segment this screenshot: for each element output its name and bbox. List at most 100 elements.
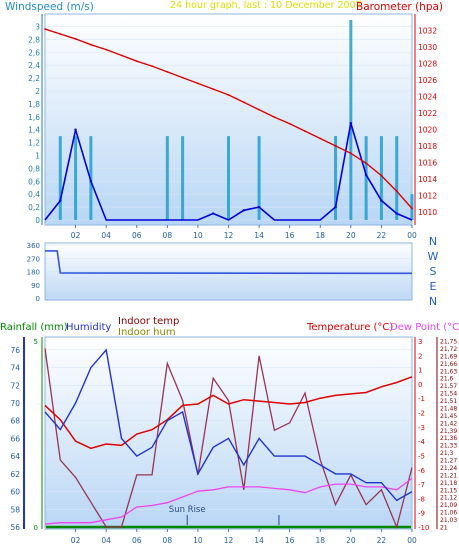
windspeed-point <box>59 199 62 202</box>
barometer-point <box>166 70 169 73</box>
indoor-tick-label: 21,63 <box>440 368 457 375</box>
humidity-label: Humidity <box>66 322 111 333</box>
humidity-tick-label: 74 <box>10 364 20 373</box>
windspeed-point <box>257 205 261 209</box>
indoor-tick-label: 21,36 <box>440 435 457 442</box>
windspeed-tick-label: 1 <box>35 151 40 160</box>
graph-title: 24 hour graph, last : 10 December 2007 <box>170 0 362 11</box>
temperature-tick-label: -4 <box>418 438 426 446</box>
barometer-tick-label: 1014 <box>418 175 437 184</box>
indoor-tick-label: 21,09 <box>440 502 457 509</box>
direction-tick-label: 270 <box>27 255 40 263</box>
indoor-tick-label: 21,54 <box>440 391 457 398</box>
direction-tick-label: 90 <box>31 282 40 290</box>
windspeed-tick-label: 1,8 <box>28 100 40 109</box>
barometer-point <box>349 152 352 155</box>
barometer-point <box>181 76 184 79</box>
temperature-tick-label: 0 <box>418 381 422 389</box>
indoor-tick-label: 21,18 <box>440 480 457 487</box>
top-x-tick-label: 14 <box>254 231 264 240</box>
temperature-tick-label: 2 <box>418 352 422 360</box>
barometer-point <box>197 82 199 85</box>
windspeed-point <box>89 180 93 183</box>
indoor-tick-label: 21,75 <box>440 339 457 346</box>
barometer-tick-label: 1028 <box>418 60 437 69</box>
indoor-tick-label: 21,24 <box>440 465 457 472</box>
rain-tick-label: 0 <box>34 524 38 532</box>
gust-bar <box>379 136 383 220</box>
gust-bar <box>395 136 399 220</box>
humidity-tick-label: 56 <box>10 523 20 532</box>
indoor-tick-label: 21,03 <box>440 517 457 524</box>
barometer-tick-label: 1012 <box>418 191 437 200</box>
humidity-tick-label: 66 <box>10 434 20 443</box>
indoor-tick-label: 21 <box>440 525 448 532</box>
bottom-x-tick-label: 18 <box>315 536 325 545</box>
indoor-tick-label: 21,6 <box>440 376 454 383</box>
sun-rise-label: Sun Rise <box>169 505 206 515</box>
rainfall-label: Rainfall (mm) <box>0 322 68 333</box>
barometer-point <box>105 48 108 51</box>
windspeed-tick-label: 2,6 <box>28 48 40 57</box>
windspeed-point <box>395 212 398 215</box>
top-x-tick-label: 04 <box>101 231 111 240</box>
humidity-tick-label: 70 <box>10 399 20 408</box>
top-x-tick-label: 02 <box>71 231 81 240</box>
windspeed-tick-label: 0,2 <box>28 203 40 212</box>
direction-tick-label: 360 <box>27 242 40 250</box>
barometer-tick-label: 1010 <box>418 208 437 217</box>
barometer-point <box>395 190 398 193</box>
barometer-point <box>411 207 413 210</box>
direction-tick-label: 0 <box>36 295 40 303</box>
compass-label: S <box>430 265 437 278</box>
gust-bar <box>181 136 185 220</box>
top-x-tick-label: 22 <box>377 231 387 240</box>
barometer-tick-label: 1026 <box>418 76 437 85</box>
temperature-tick-label: -8 <box>418 495 425 503</box>
humidity-tick-label: 64 <box>10 452 20 461</box>
compass-label: E <box>430 280 437 293</box>
barometer-point <box>135 60 138 63</box>
indoor-tick-label: 21,27 <box>440 458 457 465</box>
gust-bar <box>349 20 353 220</box>
gust-bar <box>58 136 62 220</box>
top-x-tick-label: 20 <box>346 231 356 240</box>
indoor-hum-label: Indoor hum <box>118 327 176 338</box>
windspeed-tick-label: 0,8 <box>28 164 40 173</box>
bottom-x-tick-label: 22 <box>377 536 387 545</box>
weather-graph: Windspeed (m/s) 24 hour graph, last : 10… <box>0 0 459 555</box>
bottom-x-tick-label: 12 <box>224 536 234 545</box>
bottom-panel-bg <box>44 336 413 530</box>
barometer-tick-label: 1030 <box>418 43 437 52</box>
rain-tick-label: 5 <box>34 338 38 346</box>
top-x-tick-label: 00 <box>407 231 417 240</box>
barometer-point <box>273 116 276 119</box>
humidity-tick-label: 62 <box>10 470 20 479</box>
bottom-x-tick-label: 08 <box>163 536 173 545</box>
barometer-tick-label: 1032 <box>418 27 437 36</box>
humidity-tick-label: 60 <box>10 488 20 497</box>
windspeed-tick-label: 1,4 <box>28 126 40 135</box>
indoor-tick-label: 21,06 <box>440 510 457 517</box>
humidity-tick-label: 68 <box>10 417 20 426</box>
temperature-tick-label: 3 <box>418 338 422 346</box>
indoor-tick-label: 21,12 <box>440 495 457 502</box>
bottom-x-tick-label: 20 <box>346 536 356 545</box>
temperature-tick-label: -7 <box>418 481 425 489</box>
windspeed-tick-label: 1,2 <box>28 139 40 148</box>
barometer-tick-label: 1018 <box>418 142 437 151</box>
temperature-tick-label: -1 <box>418 395 425 403</box>
temperature-tick-label: -3 <box>418 424 425 432</box>
windspeed-axis-title: Windspeed (m/s) <box>5 1 94 13</box>
compass-label: N <box>429 295 437 308</box>
barometer-point <box>59 33 62 35</box>
barometer-point <box>120 54 123 57</box>
indoor-tick-label: 21,3 <box>440 450 454 457</box>
indoor-tick-label: 21,69 <box>440 353 457 360</box>
bottom-x-tick-label: 04 <box>101 536 111 545</box>
barometer-point <box>334 145 337 147</box>
barometer-tick-label: 1020 <box>418 125 437 134</box>
top-x-tick-label: 18 <box>315 231 325 240</box>
gust-bar <box>74 136 78 220</box>
barometer-tick-label: 1022 <box>418 109 437 118</box>
